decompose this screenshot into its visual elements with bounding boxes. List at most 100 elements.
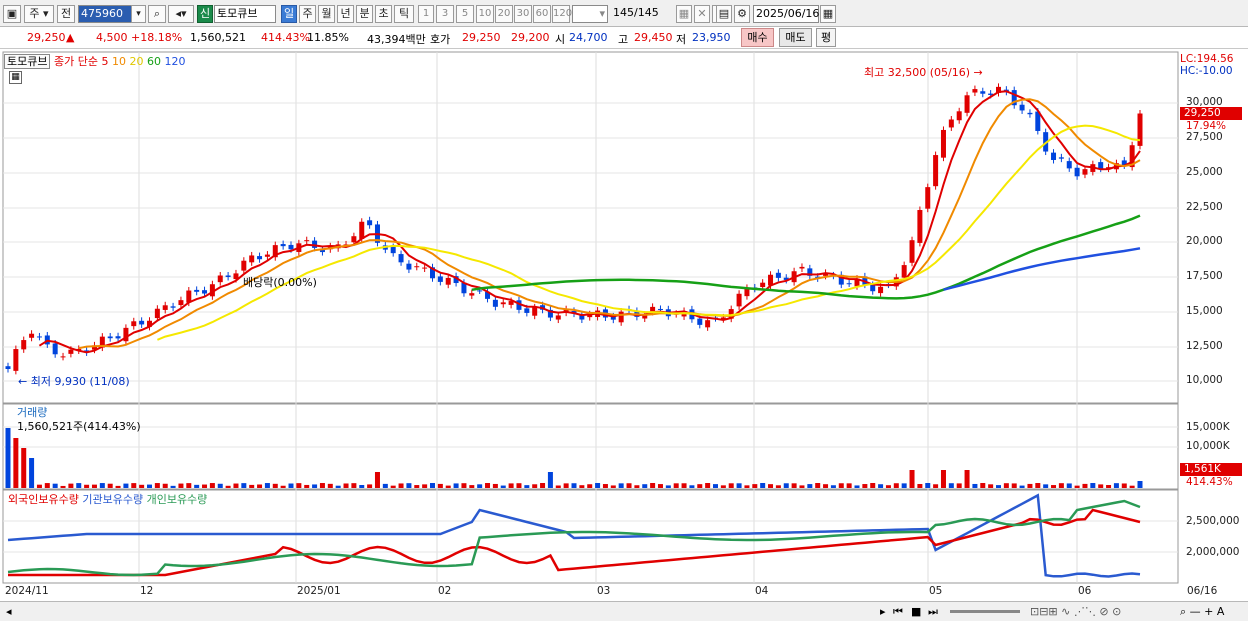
speaker-icon[interactable]: ◂▾ (168, 5, 194, 23)
current-volume-tag: 1,561K (1180, 463, 1242, 476)
max-text: 최고 32,500 (05/16) (864, 66, 971, 79)
tab-year[interactable]: 년 (337, 5, 354, 23)
minute-120[interactable]: 120 (552, 5, 572, 23)
market-select[interactable]: 주 ▾ (24, 5, 54, 23)
average-button[interactable]: 평 (816, 28, 836, 47)
volume-bar (1129, 485, 1135, 488)
layout-icon[interactable]: ▣ (3, 5, 21, 23)
buy-button[interactable]: 매수 (741, 28, 774, 47)
candle-body (1051, 152, 1057, 160)
legend-stock-name[interactable]: 토모큐브 (4, 54, 51, 69)
scroll-left-icon[interactable]: ◂ (6, 605, 12, 618)
first-icon[interactable]: ⏮ (893, 605, 903, 619)
zoom-slider[interactable] (950, 610, 1020, 613)
volume-bar (508, 483, 514, 488)
sell-button[interactable]: 매도 (779, 28, 812, 47)
volume-bar (374, 472, 380, 488)
minute-10[interactable]: 10 (476, 5, 494, 23)
minute-30[interactable]: 30 (514, 5, 532, 23)
volume-bar (209, 483, 215, 488)
tab-tick[interactable]: 틱 (394, 5, 414, 23)
search-icon[interactable]: ⌕ (148, 5, 166, 23)
tab-minute[interactable]: 분 (356, 5, 373, 23)
high-label: 고 (618, 33, 629, 46)
zoom-icons[interactable]: ⌕ — + A (1180, 605, 1224, 619)
volume-bar (264, 483, 270, 488)
tab-month[interactable]: 월 (318, 5, 335, 23)
minute-3[interactable]: 3 (436, 5, 454, 23)
candle-body (264, 254, 270, 257)
volume-bar (830, 485, 836, 488)
save-icon[interactable]: ▤ (716, 5, 732, 23)
candle-body (390, 247, 396, 254)
grid-icon[interactable]: ▦ (676, 5, 692, 23)
volume-bar (249, 484, 255, 488)
minute-5[interactable]: 5 (456, 5, 474, 23)
volume-bar (1035, 483, 1041, 488)
stop-icon[interactable]: ■ (911, 605, 921, 618)
volume-bar (862, 484, 868, 488)
stock-chart[interactable] (0, 49, 1248, 621)
candle-body (304, 240, 310, 242)
table-icon[interactable]: ▦ (9, 71, 22, 84)
chevron-down-icon[interactable]: ▾ (131, 5, 146, 23)
draw-tools-icon[interactable]: ⊡⊟⊞ ∿ ⋰⋱ ⊘ ⊙ (1030, 605, 1121, 618)
volume-bar (823, 484, 829, 488)
candle-body (52, 343, 58, 355)
volume-bar (170, 485, 176, 488)
candle-body (367, 220, 373, 226)
volume-bar (257, 484, 263, 488)
candle-body (202, 290, 208, 294)
price-tick-5: 17,500 (1186, 270, 1223, 282)
custom-period-select[interactable]: ▾ (572, 5, 608, 23)
tab-week[interactable]: 주 (299, 5, 316, 23)
gear-icon[interactable]: ⚙ (734, 5, 750, 23)
candles (5, 83, 1143, 375)
calendar-icon[interactable]: ▦ (820, 5, 836, 23)
volume-bar (406, 483, 412, 488)
minute-1[interactable]: 1 (418, 5, 434, 23)
scroll-right-icon[interactable]: ▸ (880, 605, 886, 618)
toolbar: ▣ 주 ▾ 전 475960 ▾ ⌕ ◂▾ 신 토모큐브 일 주 월 년 분 초… (0, 0, 1248, 27)
volume-bar (901, 483, 907, 488)
legend-ma10: 10 (111, 55, 126, 68)
volume-bar (477, 484, 483, 488)
minute-20[interactable]: 20 (495, 5, 513, 23)
candle-body (618, 311, 624, 323)
volume-bar (131, 483, 137, 488)
count-display[interactable]: 145/145 (611, 5, 667, 23)
volume-bar (846, 483, 852, 488)
volume-bar (1011, 483, 1017, 488)
candle-body (697, 318, 703, 325)
up-arrow-icon: ▲ (66, 31, 75, 44)
time-tick-6: 05 (929, 585, 943, 597)
volume-bar (445, 485, 451, 488)
price-tick-1: 27,500 (1186, 131, 1223, 143)
price-legend: 토모큐브 종가 단순 5 10 20 60 120 (4, 53, 185, 69)
volume-bar (736, 483, 742, 488)
holdings-tick-2500000: 2,500,000 (1186, 515, 1240, 527)
minute-60[interactable]: 60 (533, 5, 551, 23)
volume-bar (642, 484, 648, 488)
prev-button[interactable]: 전 (57, 5, 75, 23)
time-tick-2: 2025/01 (297, 585, 341, 597)
crosshair-icon[interactable]: ✕ (694, 5, 710, 23)
volume-bar (492, 483, 498, 488)
volume-bar (673, 483, 679, 488)
candle-body (760, 282, 766, 288)
candle-body (940, 129, 946, 158)
candle-body (705, 320, 711, 328)
candle-body (36, 336, 42, 338)
bottom-scrollbar[interactable]: ◂ ▸ ⏮ ■ ⏭ ⊡⊟⊞ ∿ ⋰⋱ ⊘ ⊙ ⌕ — + A (0, 601, 1248, 621)
volume-bar (13, 438, 19, 488)
tab-day[interactable]: 일 (281, 5, 297, 23)
open-label: 시 (555, 33, 566, 46)
candle-body (225, 275, 231, 277)
current-price-tag: 29,250 (1180, 107, 1242, 120)
candle-body (972, 89, 978, 93)
candle-body (5, 366, 11, 369)
date-input[interactable]: 2025/06/16 (753, 5, 819, 23)
last-icon[interactable]: ⏭ (928, 605, 938, 619)
candle-body (107, 336, 113, 339)
tab-second[interactable]: 초 (375, 5, 392, 23)
